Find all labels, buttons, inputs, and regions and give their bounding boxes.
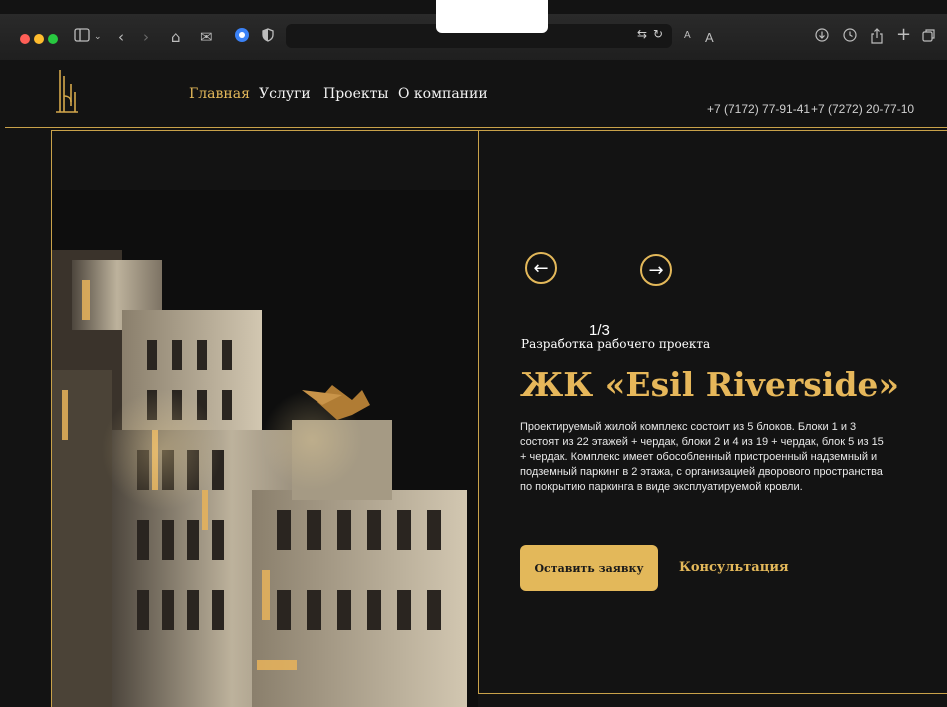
project-title: ЖК «Esil Riverside» [520,365,900,404]
back-icon[interactable]: ‹ [118,28,124,46]
slider-next-button[interactable]: → [640,254,672,286]
nav-projects[interactable]: Проекты [323,86,389,102]
nav-services[interactable]: Услуги [259,86,311,102]
project-photo [52,190,478,707]
share-icon[interactable] [870,28,884,48]
mail-icon[interactable]: ✉ [200,28,213,46]
reload-icon[interactable]: ↻ [653,27,663,41]
header-divider [5,127,947,128]
website: Главная Услуги Проекты О компании +7 (71… [0,60,947,707]
slider-prev-button[interactable]: ← [525,252,557,284]
home-icon[interactable]: ⌂ [171,28,181,46]
project-description: Проектируемый жилой комплекс состоит из … [520,421,884,493]
frame-top-line [52,130,947,131]
extension-icon[interactable] [234,27,250,47]
translate-icon[interactable]: ⇆ [637,27,647,41]
request-button[interactable]: Оставить заявку [520,545,658,591]
consult-link[interactable]: Консультация [679,560,789,575]
new-tab-icon[interactable]: + [896,26,911,44]
tab-notch [436,0,548,33]
forward-icon[interactable]: › [143,28,149,46]
font-decrease-button[interactable]: A [684,30,691,41]
download-icon[interactable] [815,28,829,46]
arrow-right-icon: → [648,259,664,281]
phone-2[interactable]: +7 (7272) 20-77-10 [811,102,914,116]
arrow-left-icon: ← [533,257,549,279]
phone-1[interactable]: +7 (7172) 77-91-41 [707,102,810,116]
chevron-down-icon[interactable]: ⌄ [94,28,102,46]
history-icon[interactable] [843,28,857,46]
close-window-button[interactable] [20,34,30,44]
minimize-window-button[interactable] [34,34,44,44]
shield-icon[interactable] [262,28,274,46]
nav-about[interactable]: О компании [398,86,488,102]
font-increase-button[interactable]: A [705,30,714,45]
sidebar-icon[interactable] [74,28,90,46]
maximize-window-button[interactable] [48,34,58,44]
company-logo[interactable] [54,66,80,114]
tabs-icon[interactable] [922,28,936,46]
browser-window: ⌄ ‹ › ⌂ ✉ ⇆ ↻ A A + Главная Услуги Проек… [0,0,947,707]
nav-home[interactable]: Главная [189,86,250,102]
project-subtitle: Разработка рабочего проекта [521,337,711,351]
frame-divider-line [478,130,479,694]
frame-bottom-line [478,693,947,694]
